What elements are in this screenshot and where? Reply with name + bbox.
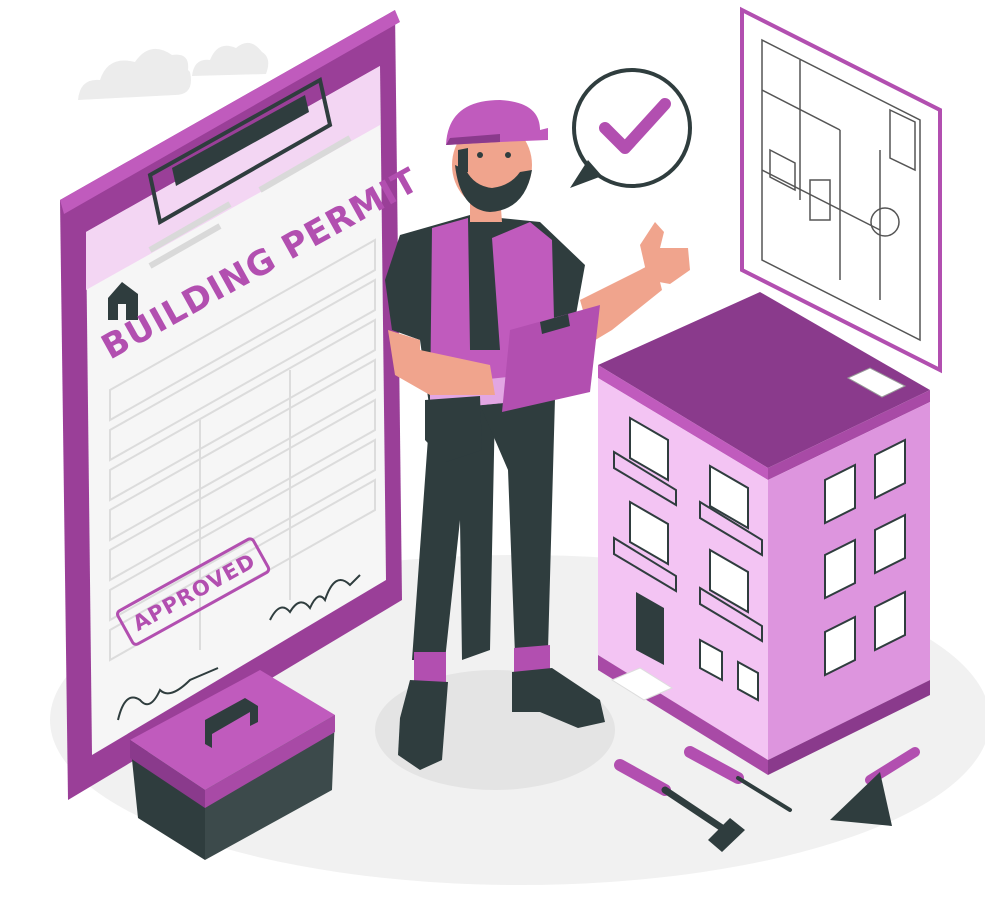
speech-bubble: [570, 68, 692, 188]
cloud-icon: [192, 42, 269, 76]
building-permit-illustration: BUILDING PERMIT APPROVED: [50, 6, 985, 885]
cloud-icon: [78, 48, 191, 100]
